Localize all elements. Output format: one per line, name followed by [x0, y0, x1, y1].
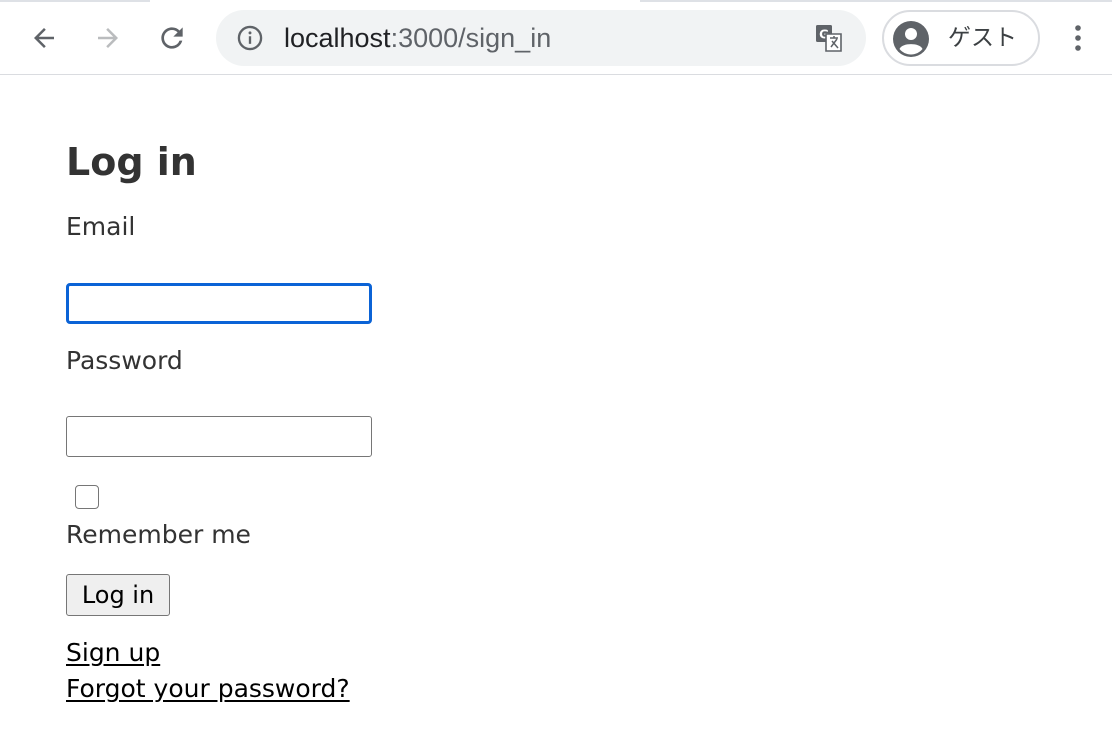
profile-label: ゲスト — [948, 25, 1017, 51]
password-field[interactable] — [66, 416, 372, 457]
info-icon[interactable] — [236, 24, 264, 52]
address-bar[interactable]: localhost:3000/sign_in G — [216, 10, 866, 66]
back-arrow-icon — [34, 28, 54, 48]
log-in-button[interactable]: Log in — [66, 574, 170, 616]
forgot-password-link[interactable]: Forgot your password? — [66, 674, 350, 704]
profile-avatar-icon — [893, 21, 929, 57]
back-button[interactable] — [20, 14, 68, 62]
forward-button[interactable] — [84, 14, 132, 62]
browser-toolbar: localhost:3000/sign_in G ゲスト — [0, 0, 1112, 75]
reload-button[interactable] — [148, 14, 196, 62]
url-host: localhost — [284, 23, 391, 53]
page-title: Log in — [66, 140, 197, 184]
password-label: Password — [66, 346, 183, 375]
reload-icon — [161, 27, 183, 49]
tab-strip-edge — [0, 0, 150, 2]
profile-button[interactable]: ゲスト — [882, 10, 1040, 66]
email-field[interactable] — [66, 283, 372, 324]
url-text[interactable]: localhost:3000/sign_in — [284, 23, 551, 53]
browser-menu-button[interactable] — [1058, 14, 1098, 62]
email-label: Email — [66, 212, 136, 241]
forward-arrow-icon — [98, 28, 118, 48]
url-path: :3000/sign_in — [390, 23, 552, 53]
remember-me-checkbox[interactable] — [75, 485, 99, 509]
tab-strip-edge — [640, 0, 1112, 2]
sign-up-link[interactable]: Sign up — [66, 638, 160, 668]
translate-icon[interactable]: G — [814, 23, 844, 53]
kebab-menu-icon — [1075, 25, 1081, 51]
remember-me-label[interactable]: Remember me — [66, 520, 251, 550]
